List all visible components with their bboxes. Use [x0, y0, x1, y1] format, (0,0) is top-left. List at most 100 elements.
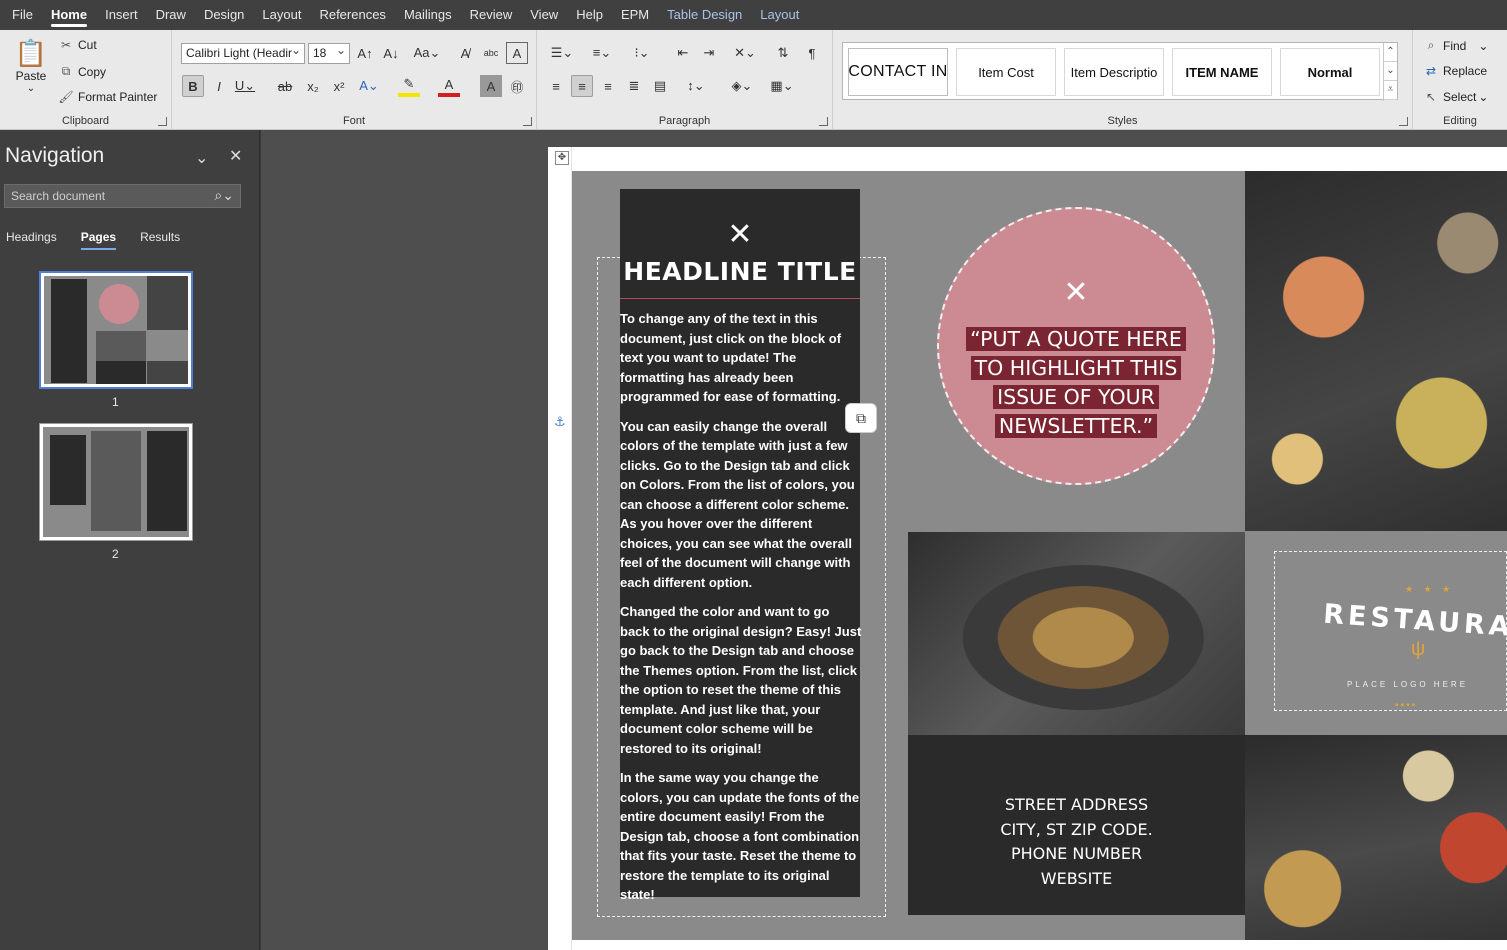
- font-size-dropdown[interactable]: 18: [308, 43, 350, 64]
- chevron-up-icon[interactable]: ⌃: [1384, 43, 1397, 62]
- highlight-color-icon[interactable]: ✎: [398, 75, 420, 97]
- replace-button[interactable]: ⇄ Replace: [1423, 64, 1487, 78]
- bullets-icon[interactable]: ☰⌄: [545, 42, 579, 64]
- copilot-icon[interactable]: ⧉: [845, 403, 877, 433]
- show-formatting-icon[interactable]: ¶: [801, 42, 823, 64]
- character-border-icon[interactable]: A: [506, 42, 528, 64]
- tab-mailings[interactable]: Mailings: [398, 0, 458, 30]
- spices-bowls-photo[interactable]: [1245, 735, 1507, 940]
- search-input[interactable]: Search document ⌕⌄: [4, 184, 241, 208]
- font-name-dropdown[interactable]: Calibri Light (Headir: [181, 43, 305, 64]
- copy-button[interactable]: ⧉ Copy: [58, 64, 106, 79]
- styles-launcher-icon[interactable]: [1399, 117, 1408, 126]
- tab-layout[interactable]: Layout: [256, 0, 307, 30]
- font-color-icon[interactable]: A: [438, 75, 460, 97]
- style-item-description[interactable]: Item Descriptio: [1064, 48, 1164, 96]
- address-block[interactable]: STREET ADDRESS CITY, ST ZIP CODE. PHONE …: [908, 735, 1245, 915]
- enclose-characters-icon[interactable]: ㊞: [506, 75, 528, 97]
- superscript-icon[interactable]: x²: [328, 75, 350, 97]
- subscript-icon[interactable]: x₂: [302, 75, 324, 97]
- article-body[interactable]: To change any of the text in this docume…: [620, 309, 862, 915]
- style-normal[interactable]: Normal: [1280, 48, 1380, 96]
- decrease-indent-icon[interactable]: ⇤: [672, 42, 694, 64]
- multilevel-list-icon[interactable]: ⁝⌄: [625, 42, 659, 64]
- chevron-down-icon[interactable]: ⌄: [1384, 62, 1397, 81]
- anchor-icon[interactable]: ⚓: [554, 414, 566, 430]
- increase-indent-icon[interactable]: ⇥: [698, 42, 720, 64]
- sort-icon[interactable]: ⇅: [772, 42, 794, 64]
- clear-formatting-icon[interactable]: A̸: [454, 42, 476, 64]
- search-icon[interactable]: ⌕⌄: [214, 187, 234, 204]
- table-move-handle-icon[interactable]: ✥: [555, 151, 569, 165]
- address-text[interactable]: STREET ADDRESS CITY, ST ZIP CODE. PHONE …: [908, 793, 1245, 891]
- tab-results[interactable]: Results: [140, 230, 180, 244]
- strikethrough-icon[interactable]: ab: [274, 75, 296, 97]
- more-styles-icon[interactable]: ⩡: [1384, 81, 1397, 100]
- tab-view[interactable]: View: [524, 0, 564, 30]
- article-paragraph[interactable]: You can easily change the overall colors…: [620, 417, 862, 593]
- styles-scroll[interactable]: ⌃ ⌄ ⩡: [1383, 43, 1397, 101]
- chevron-down-icon[interactable]: ⌄: [195, 148, 208, 168]
- justify-icon[interactable]: ≣: [623, 75, 645, 97]
- distributed-icon[interactable]: ▤: [649, 75, 671, 97]
- tab-epm[interactable]: EPM: [615, 0, 655, 30]
- tab-file[interactable]: File: [6, 0, 39, 30]
- line-spacing-icon[interactable]: ↕⌄: [679, 75, 713, 97]
- article-column[interactable]: ✕ HEADLINE TITLE To change any of the te…: [620, 189, 861, 902]
- find-button[interactable]: ⌕ Find ⌄: [1423, 38, 1489, 53]
- underline-icon[interactable]: U⌄: [234, 75, 256, 97]
- page-thumbnail-1[interactable]: [39, 271, 193, 389]
- tab-help[interactable]: Help: [570, 0, 609, 30]
- character-shading-icon[interactable]: A: [480, 75, 502, 97]
- asian-layout-icon[interactable]: ✕⌄: [728, 42, 762, 64]
- cut-button[interactable]: ✂ Cut: [58, 38, 97, 52]
- noodle-bowl-photo[interactable]: [908, 532, 1245, 735]
- tab-design[interactable]: Design: [198, 0, 250, 30]
- tab-pages[interactable]: Pages: [80, 230, 117, 250]
- format-painter-button[interactable]: 🖌 Format Painter: [58, 90, 157, 104]
- align-center-icon[interactable]: ≡: [571, 75, 593, 97]
- numbering-icon[interactable]: ≡⌄: [585, 42, 619, 64]
- spices-photo[interactable]: [1245, 171, 1507, 531]
- headline-title[interactable]: HEADLINE TITLE: [620, 257, 860, 286]
- paragraph-launcher-icon[interactable]: [819, 117, 828, 126]
- align-left-icon[interactable]: ≡: [545, 75, 567, 97]
- tab-review[interactable]: Review: [464, 0, 519, 30]
- close-icon[interactable]: ✕: [229, 146, 242, 166]
- italic-icon[interactable]: I: [208, 75, 230, 97]
- paragraph-group-label: Paragraph: [658, 115, 711, 127]
- tab-headings[interactable]: Headings: [6, 230, 57, 244]
- style-item-cost[interactable]: Item Cost: [956, 48, 1056, 96]
- borders-icon[interactable]: ▦⌄: [765, 75, 799, 97]
- tab-home[interactable]: Home: [45, 0, 93, 30]
- logo-placeholder[interactable]: ★ ★ ★ RESTAURANT ψ PLACE LOGO HERE ▪▪▪▪: [1274, 551, 1507, 711]
- text-effects-icon[interactable]: A⌄: [358, 75, 380, 97]
- article-paragraph[interactable]: Changed the color and want to go back to…: [620, 602, 862, 758]
- quote-circle[interactable]: ✕ “PUT A QUOTE HERE TO HIGHLIGHT THIS IS…: [937, 207, 1215, 485]
- style-item-name[interactable]: ITEM NAME: [1172, 48, 1272, 96]
- grow-font-icon[interactable]: A↑: [354, 42, 376, 64]
- tab-table-design[interactable]: Table Design: [661, 0, 748, 30]
- shading-icon[interactable]: ◈⌄: [725, 75, 759, 97]
- bold-icon[interactable]: B: [182, 75, 204, 97]
- pull-quote[interactable]: “PUT A QUOTE HERE TO HIGHLIGHT THIS ISSU…: [959, 325, 1193, 441]
- clipboard-launcher-icon[interactable]: [158, 117, 167, 126]
- font-launcher-icon[interactable]: [523, 117, 532, 126]
- tab-insert[interactable]: Insert: [99, 0, 144, 30]
- select-button[interactable]: ↖ Select ⌄: [1423, 90, 1488, 104]
- align-right-icon[interactable]: ≡: [597, 75, 619, 97]
- page-thumbnail-2[interactable]: [39, 423, 193, 541]
- style-contact-info[interactable]: CONTACT IN: [848, 48, 948, 96]
- document-page[interactable]: ✥ ⚓ ✕ HEADLINE TITLE To change any of th…: [548, 147, 1507, 950]
- article-paragraph[interactable]: In the same way you change the colors, y…: [620, 768, 862, 905]
- tab-draw[interactable]: Draw: [150, 0, 192, 30]
- tab-table-layout[interactable]: Layout: [754, 0, 805, 30]
- tab-references[interactable]: References: [313, 0, 391, 30]
- logo-year-mark: ▪▪▪▪: [1395, 700, 1418, 711]
- phonetic-guide-icon[interactable]: abc: [480, 42, 502, 64]
- paste-button[interactable]: 📋 Paste ⌄: [14, 38, 48, 94]
- article-paragraph[interactable]: To change any of the text in this docume…: [620, 309, 862, 407]
- document-workspace[interactable]: ✥ ⚓ ✕ HEADLINE TITLE To change any of th…: [261, 130, 1507, 950]
- shrink-font-icon[interactable]: A↓: [380, 42, 402, 64]
- change-case-icon[interactable]: Aa⌄: [412, 42, 442, 64]
